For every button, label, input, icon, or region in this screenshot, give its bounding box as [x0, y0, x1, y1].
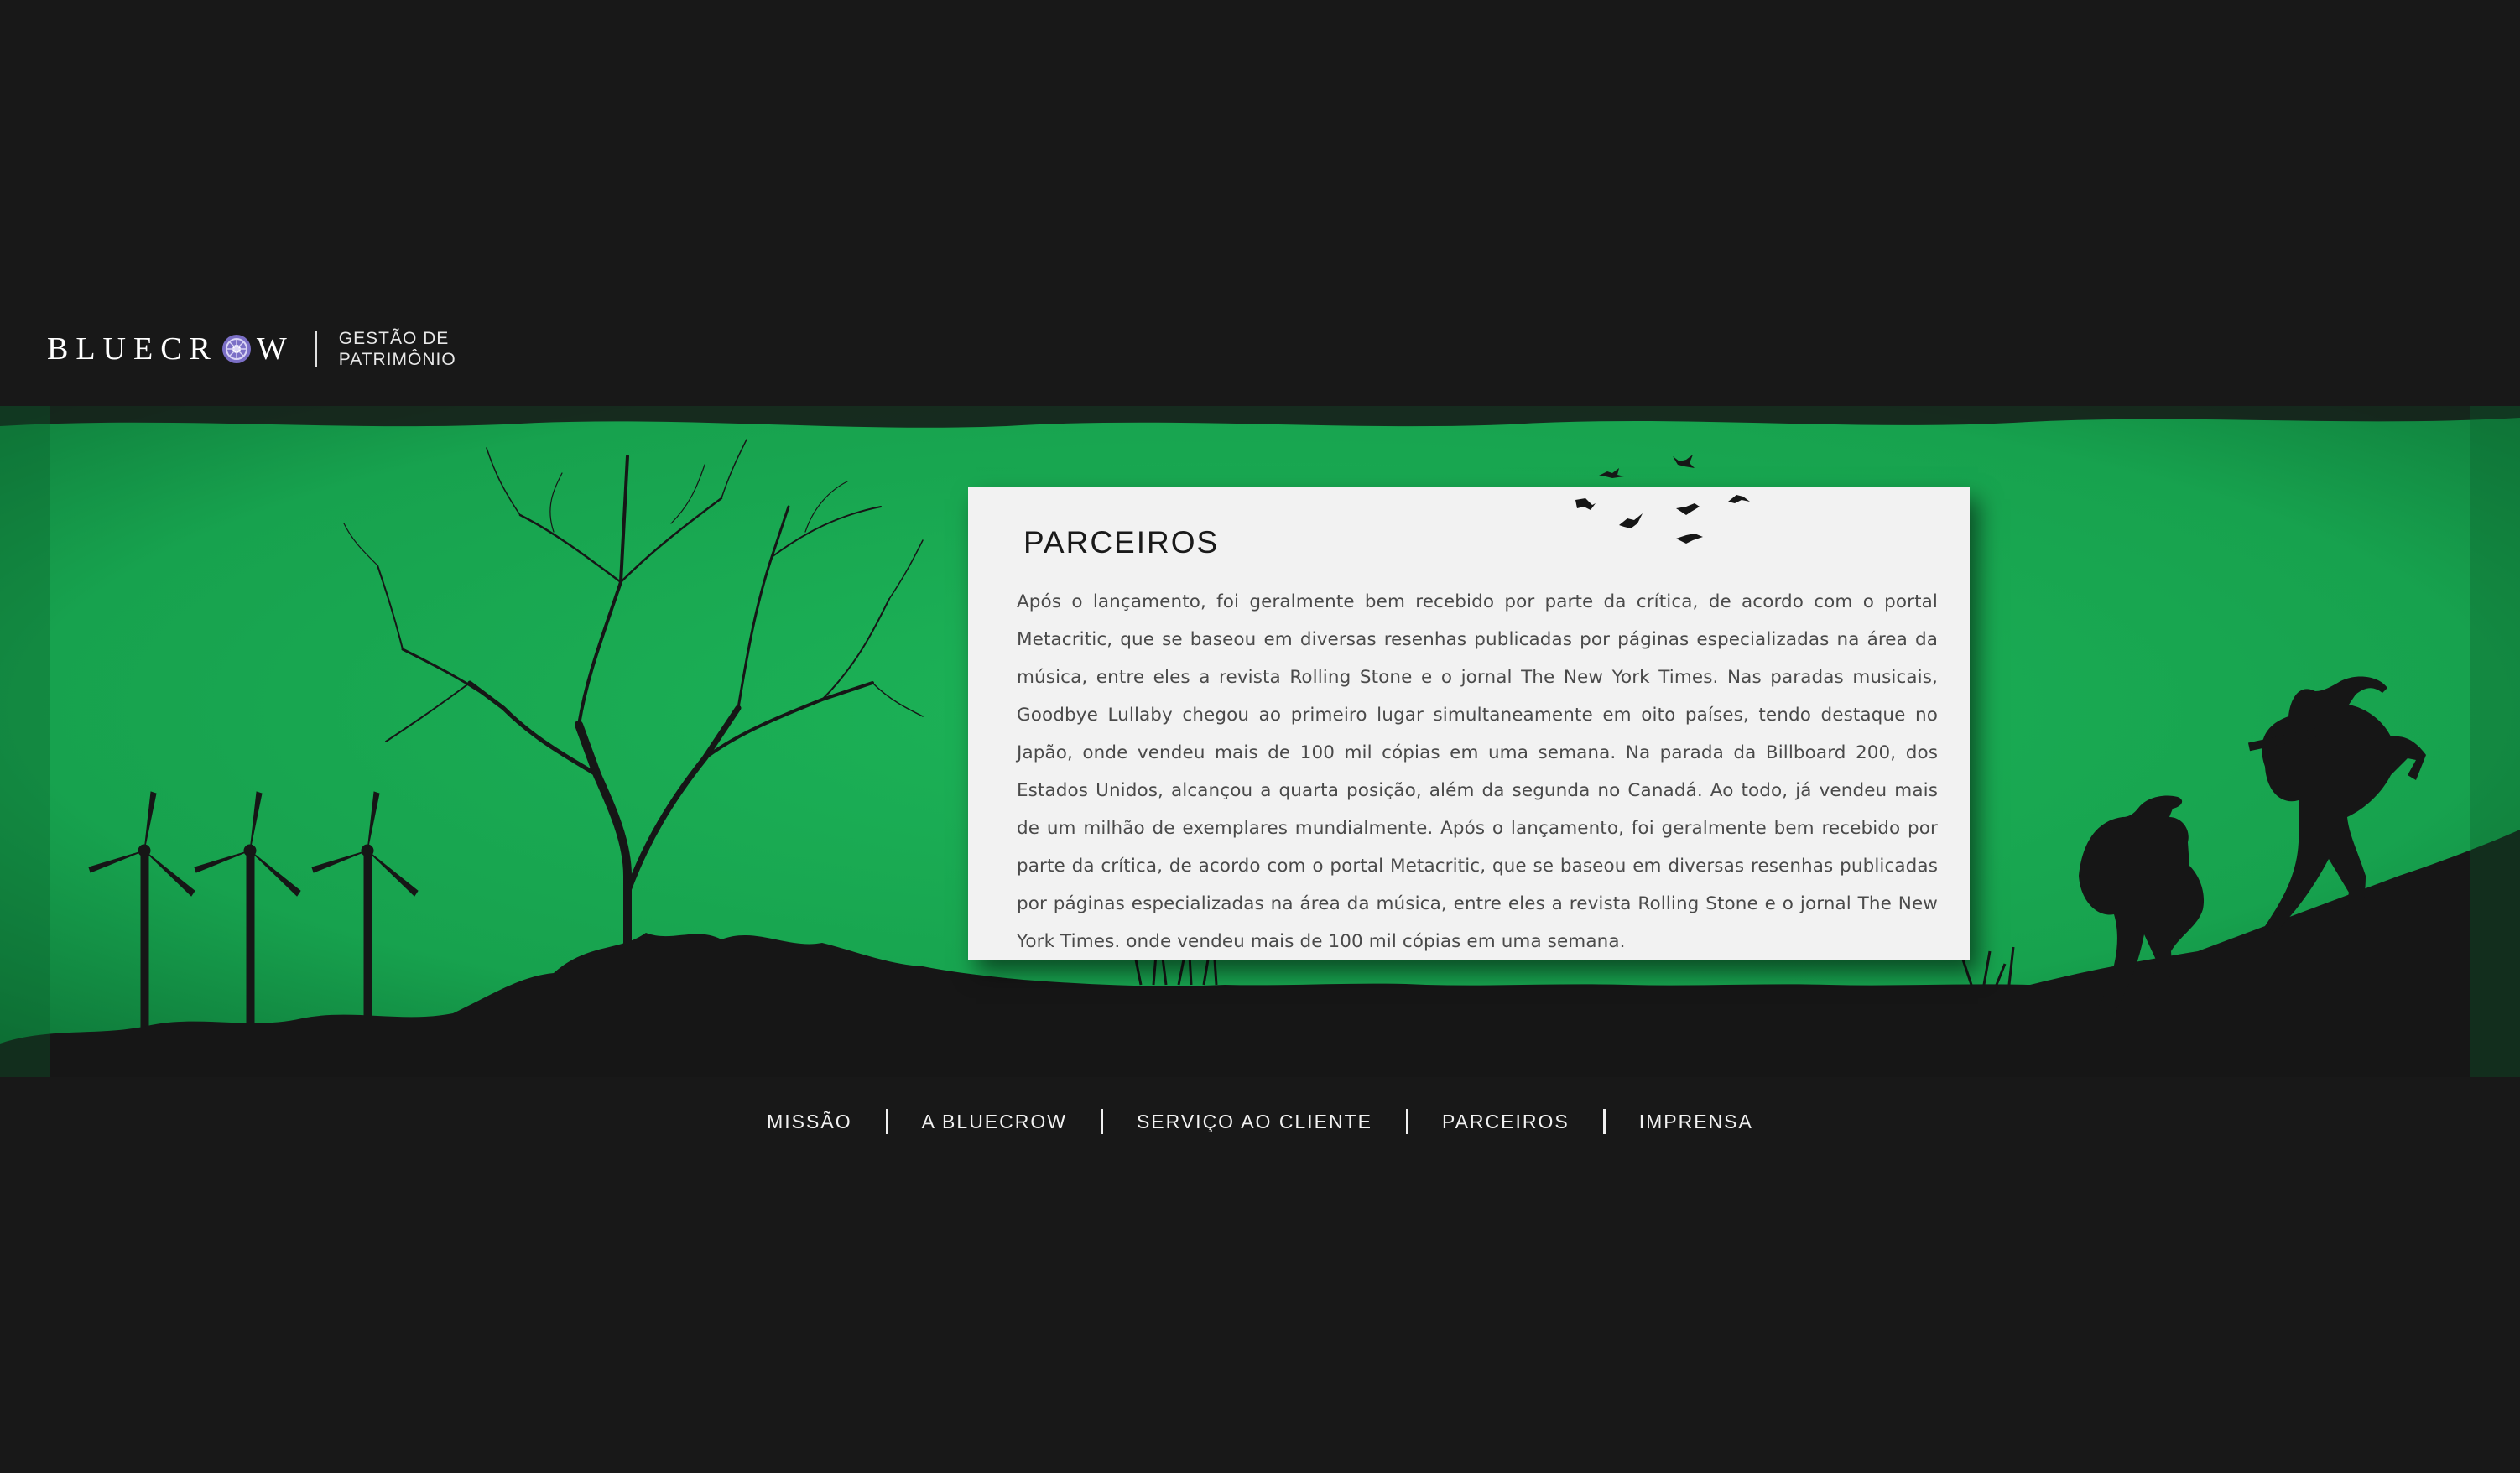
nav-item-imprensa[interactable]: IMPRENSA — [1606, 1106, 1787, 1137]
nav-item-a-bluecrow[interactable]: A BLUECROW — [888, 1106, 1101, 1137]
brand-wordmark: BLUECR W — [47, 331, 294, 367]
content-card: PARCEIROS Após o lançamento, foi geralme… — [968, 487, 1970, 960]
brand-tagline-line1: GESTÃO DE — [338, 329, 450, 348]
brand-logo[interactable]: BLUECR W GESTÃO DE PATRIMÔNIO — [47, 325, 456, 372]
brand-tagline: GESTÃO DE PATRIMÔNIO — [339, 328, 456, 370]
nav-item-servico-ao-cliente[interactable]: SERVIÇO AO CLIENTE — [1103, 1106, 1406, 1137]
crow-emblem-icon — [221, 335, 251, 363]
nav-item-parceiros[interactable]: PARCEIROS — [1408, 1106, 1603, 1137]
brand-tagline-line2: PATRIMÔNIO — [338, 350, 456, 369]
flying-birds-icon — [1575, 455, 1750, 544]
card-body-text: Após o lançamento, foi geralmente bem re… — [1017, 591, 1938, 952]
brand-name-part1: BLUECR — [47, 331, 218, 367]
footer-nav: MISSÃO A BLUECROW SERVIÇO AO CLIENTE PAR… — [0, 1106, 2520, 1137]
card-title: PARCEIROS — [1023, 525, 1220, 560]
logo-divider — [314, 331, 317, 367]
nav-item-missao[interactable]: MISSÃO — [733, 1106, 885, 1137]
brand-name-part2: W — [256, 331, 294, 367]
